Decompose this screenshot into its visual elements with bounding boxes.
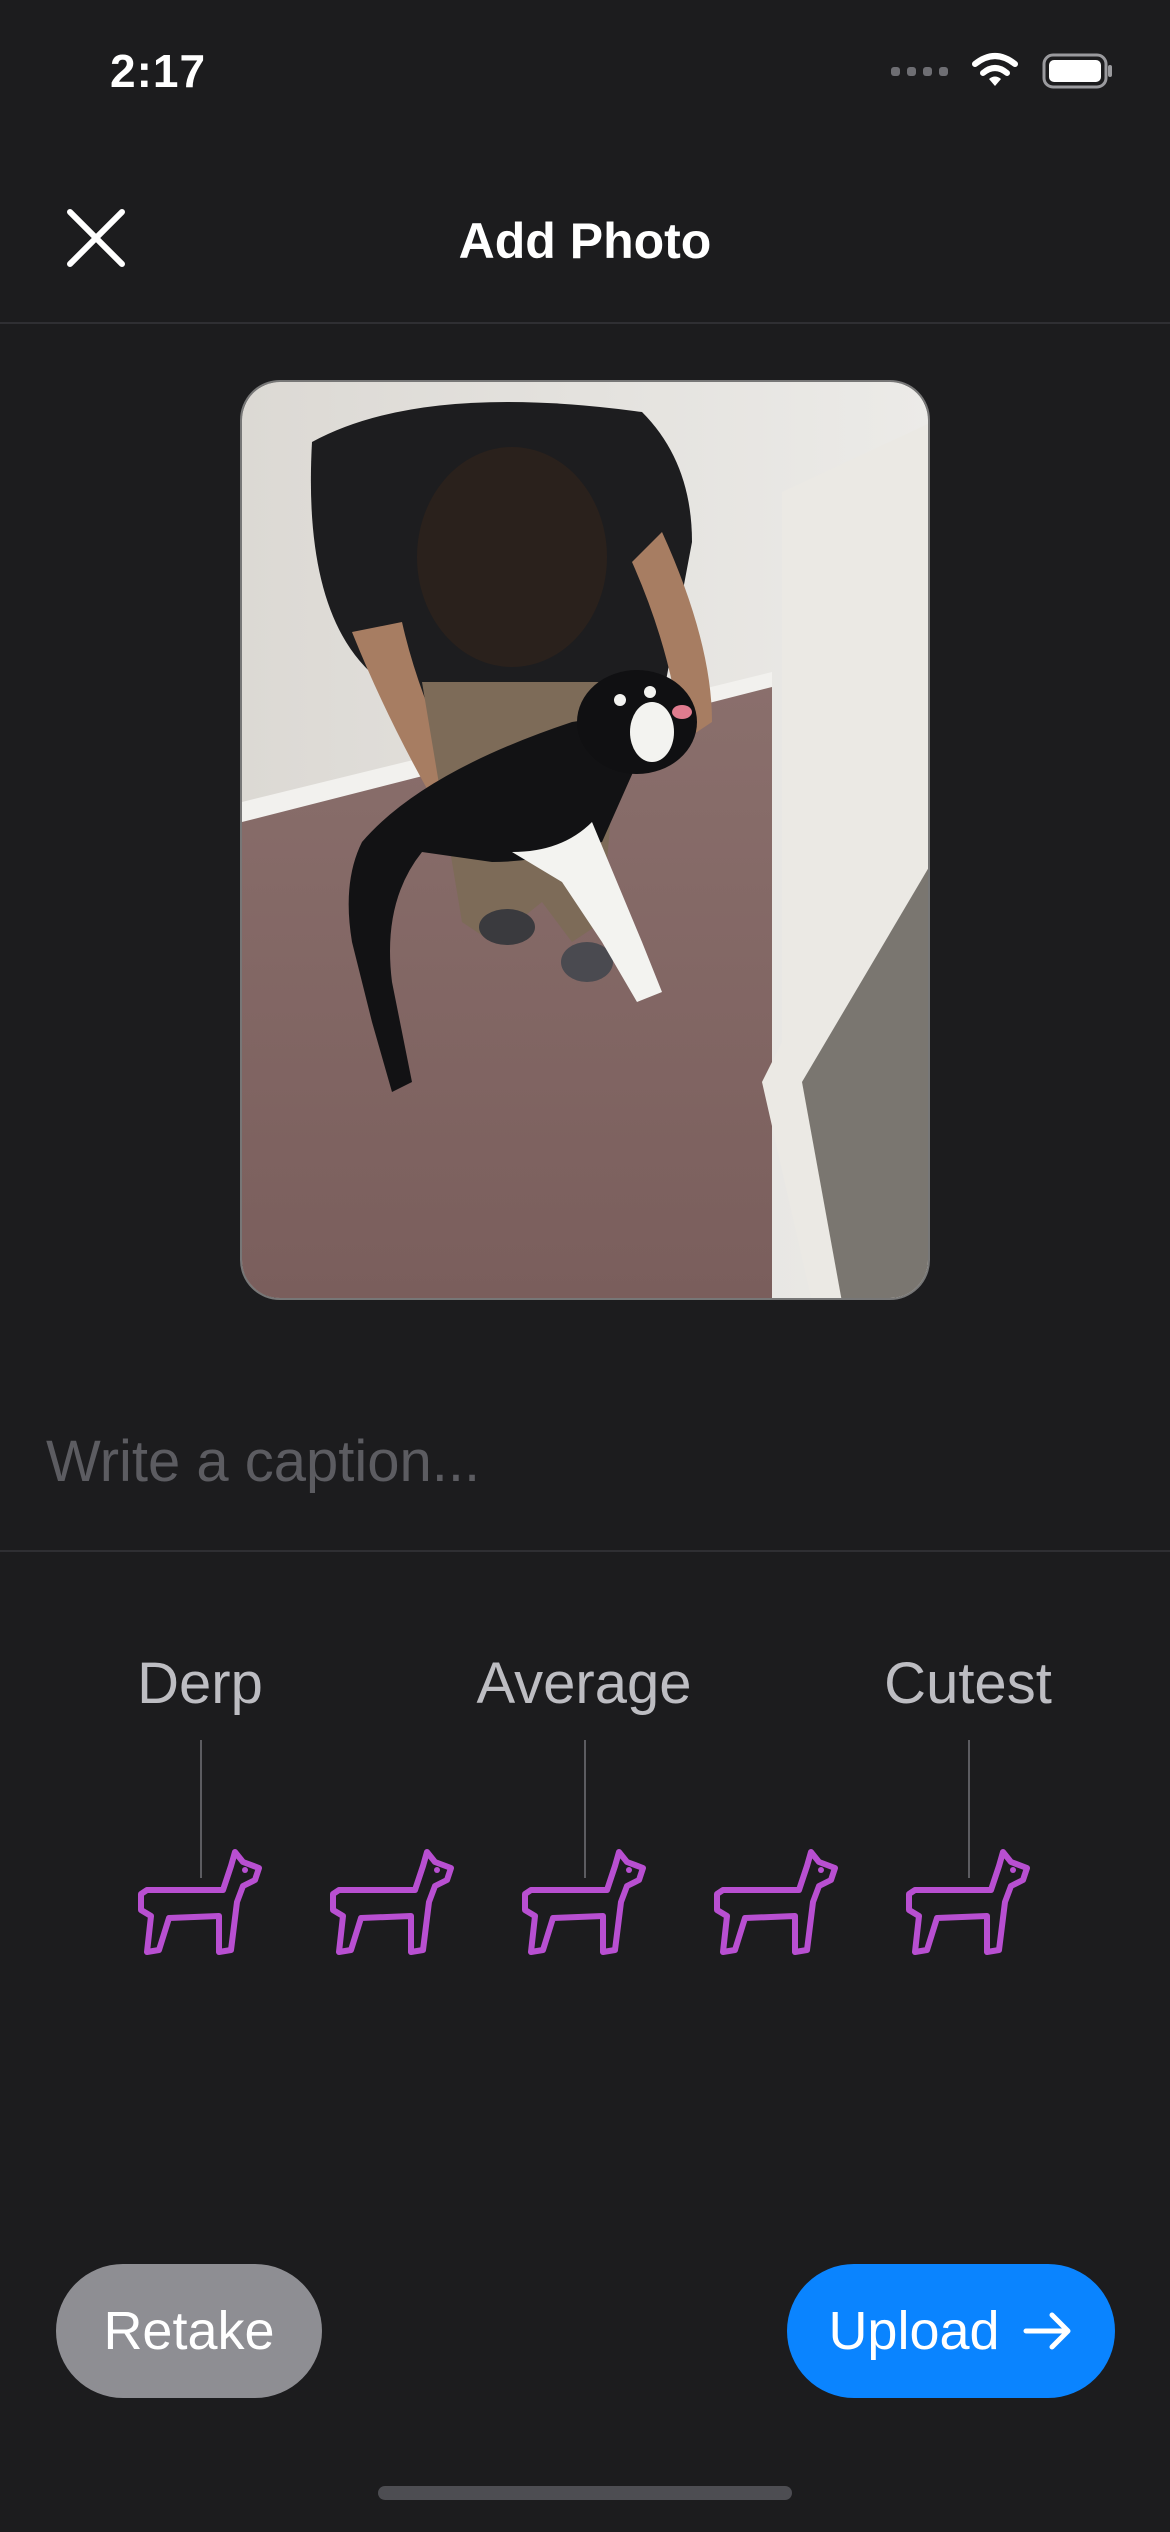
rating-label-low: Derp	[137, 1651, 263, 1716]
status-indicators	[891, 52, 1114, 90]
status-time: 2:17	[110, 45, 207, 97]
caption-input[interactable]	[44, 1410, 1128, 1512]
photo-preview	[240, 380, 930, 1300]
caption-section	[0, 1380, 1170, 1552]
home-indicator[interactable]	[378, 2486, 792, 2500]
cellular-signal-icon	[891, 66, 948, 76]
nav-bar: Add Photo	[0, 170, 1170, 324]
wifi-icon	[972, 53, 1018, 86]
rating-dog-icon-4[interactable]	[711, 1846, 841, 1958]
page-title: Add Photo	[458, 213, 712, 269]
battery-icon	[1042, 53, 1112, 89]
rating-dog-icon-5[interactable]	[903, 1846, 1033, 1958]
upload-button[interactable]: Upload	[787, 2264, 1115, 2398]
rating-dog-icon-1[interactable]	[135, 1846, 265, 1958]
rating-dog-icon-3[interactable]	[519, 1846, 649, 1958]
rating-label-high: Cutest	[884, 1651, 1052, 1716]
arrow-right-icon	[1023, 2312, 1071, 2350]
rating-dog-icon-2[interactable]	[327, 1846, 457, 1958]
photo-image	[242, 382, 928, 1298]
rating-label-mid: Average	[476, 1651, 692, 1716]
retake-button[interactable]: Retake	[56, 2264, 322, 2398]
upload-button-label: Upload	[828, 2301, 1000, 2361]
